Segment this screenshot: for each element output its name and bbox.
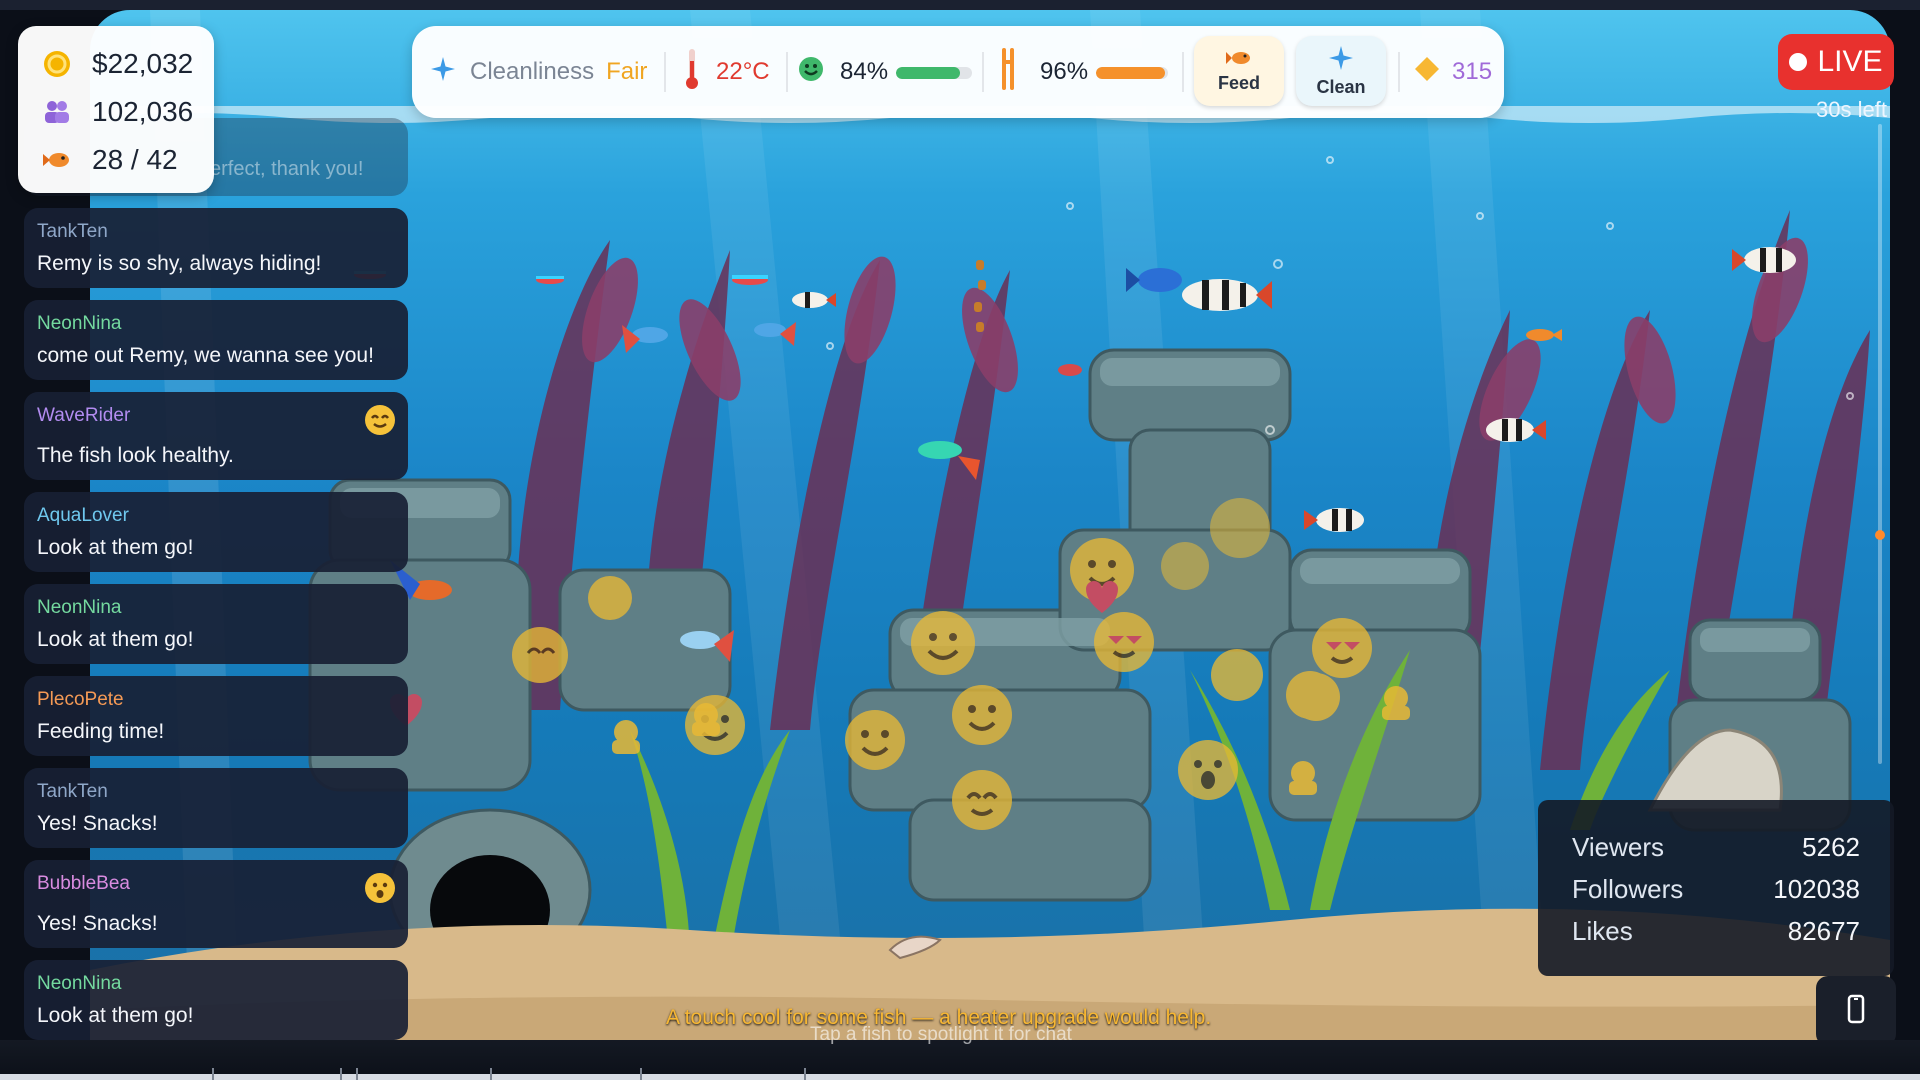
thermometer-icon bbox=[684, 47, 700, 98]
fish-icon bbox=[42, 145, 72, 175]
happiness-bar bbox=[896, 67, 972, 79]
chat-message: NeonNina Look at them go! bbox=[24, 584, 408, 664]
chat-username: PlecoPete bbox=[37, 689, 124, 710]
chat-message: NeonNina come out Remy, we wanna see you… bbox=[24, 300, 408, 380]
chat-username: TankTen bbox=[37, 221, 108, 242]
tick-mark bbox=[804, 1068, 806, 1080]
chat-text: Look at them go! bbox=[37, 536, 194, 559]
clean-button[interactable]: Clean bbox=[1296, 36, 1386, 106]
cleanliness-value: Fair bbox=[606, 58, 648, 85]
happiness-value: 84% bbox=[840, 58, 889, 85]
likes-value: 82677 bbox=[1787, 916, 1860, 946]
people-icon bbox=[42, 97, 72, 127]
stream-stats-panel: Viewers 5262 Followers 102038 Likes 8267… bbox=[1538, 800, 1894, 976]
surprised-emoji-icon bbox=[364, 872, 396, 904]
food-status: 96% bbox=[1000, 26, 1088, 118]
happiness-status: 84% bbox=[798, 26, 888, 118]
chat-username: BubbleBea bbox=[37, 873, 130, 894]
divider bbox=[1182, 52, 1184, 92]
food-bar-fill bbox=[1096, 67, 1166, 79]
coin-icon bbox=[42, 49, 72, 79]
happiness-bar-fill bbox=[896, 67, 960, 79]
chat-text: Yes! Snacks! bbox=[37, 812, 158, 835]
chat-username: TankTen bbox=[37, 781, 108, 802]
chat-message: BubbleBea Yes! Snacks! bbox=[24, 860, 408, 948]
coins-row: $22,032 bbox=[42, 44, 193, 84]
divider bbox=[982, 52, 984, 92]
chat-text: Look at them go! bbox=[37, 1004, 194, 1027]
chat-username: NeonNina bbox=[37, 597, 122, 618]
phone-icon bbox=[1847, 994, 1865, 1028]
tick-mark bbox=[640, 1068, 642, 1080]
side-scrollbar[interactable] bbox=[1878, 124, 1882, 764]
chat-message: AquaLover Look at them go! bbox=[24, 492, 408, 572]
diamond-icon bbox=[1414, 56, 1440, 89]
player-stats-card: $22,032 102,036 28 / 42 bbox=[18, 26, 214, 193]
likes-label: Likes bbox=[1572, 916, 1633, 946]
fish-count-value: 28 / 42 bbox=[92, 144, 178, 175]
tick-mark bbox=[340, 1068, 342, 1080]
tick-mark bbox=[356, 1068, 358, 1080]
chat-message: TankTen Remy is so shy, always hiding! bbox=[24, 208, 408, 288]
chat-username: NeonNina bbox=[37, 313, 122, 334]
tick-mark bbox=[212, 1068, 214, 1080]
viewers-label: Viewers bbox=[1572, 832, 1665, 862]
chat-message: NeonNina Look at them go! bbox=[24, 960, 408, 1040]
divider bbox=[664, 52, 666, 92]
chat-text: Feeding time! bbox=[37, 720, 165, 743]
chat-text: Yes! Snacks! bbox=[37, 912, 158, 935]
chat-text: The fish look healthy. bbox=[37, 444, 234, 467]
followers-label: Followers bbox=[1572, 874, 1684, 904]
game-screen: erfect, thank you! $22,032 102,036 28 / … bbox=[0, 0, 1920, 1080]
clean-button-label: Clean bbox=[1316, 76, 1366, 97]
temperature-status: 22°C bbox=[684, 26, 770, 118]
live-dot-icon bbox=[1789, 53, 1808, 71]
fish-icon bbox=[1226, 49, 1252, 71]
viewers-value: 5262 bbox=[1802, 832, 1860, 862]
side-scrollbar-knob[interactable] bbox=[1875, 530, 1885, 540]
chat-text: come out Remy, we wanna see you! bbox=[37, 344, 374, 367]
spotlight-hint: Tap a fish to spotlight it for chat bbox=[810, 1024, 1072, 1045]
cleanliness-label: Cleanliness bbox=[470, 58, 595, 85]
chat-username: WaveRider bbox=[37, 405, 131, 426]
chat-message: TankTen Yes! Snacks! bbox=[24, 768, 408, 848]
chat-message: PlecoPete Feeding time! bbox=[24, 676, 408, 756]
followers-value: 102,036 bbox=[92, 96, 194, 127]
coins-value: $22,032 bbox=[92, 48, 194, 79]
followers-value: 102038 bbox=[1773, 874, 1860, 904]
chat-username: NeonNina bbox=[37, 973, 122, 994]
feed-button[interactable]: Feed bbox=[1194, 36, 1284, 106]
frame-top bbox=[0, 0, 1920, 10]
live-badge: LIVE bbox=[1778, 34, 1894, 90]
chat-text: Remy is so shy, always hiding! bbox=[37, 252, 322, 275]
smile-emoji-icon bbox=[364, 404, 396, 436]
chat-username: AquaLover bbox=[37, 505, 129, 526]
tick-mark bbox=[490, 1068, 492, 1080]
food-bar bbox=[1096, 67, 1168, 79]
sparkle-icon bbox=[430, 56, 456, 89]
feed-button-label: Feed bbox=[1217, 72, 1260, 93]
chat-message-faded-text: erfect, thank you! bbox=[210, 158, 364, 180]
utensils-icon bbox=[1000, 46, 1016, 99]
chat-text: Look at them go! bbox=[37, 628, 194, 651]
bottom-divider bbox=[0, 1074, 1920, 1080]
gems-value: 315 bbox=[1452, 58, 1493, 85]
temperature-value: 22°C bbox=[716, 58, 770, 85]
live-label: LIVE bbox=[1817, 45, 1883, 78]
cleanliness-status: Cleanliness Fair bbox=[430, 26, 647, 118]
sparkle-icon bbox=[1328, 45, 1354, 75]
live-timer: 30s left bbox=[1816, 97, 1887, 122]
tank-status-bar: Cleanliness Fair 22°C 84% 96% Feed Clean… bbox=[412, 26, 1504, 118]
phone-button[interactable] bbox=[1816, 976, 1896, 1046]
fish-count-row: 28 / 42 bbox=[42, 140, 178, 180]
divider bbox=[786, 52, 788, 92]
food-value: 96% bbox=[1040, 58, 1089, 85]
smiley-icon bbox=[798, 56, 824, 89]
followers-row: 102,036 bbox=[42, 92, 193, 132]
chat-message: WaveRider The fish look healthy. bbox=[24, 392, 408, 480]
gems-status: 315 bbox=[1414, 26, 1492, 118]
divider bbox=[1398, 52, 1400, 92]
